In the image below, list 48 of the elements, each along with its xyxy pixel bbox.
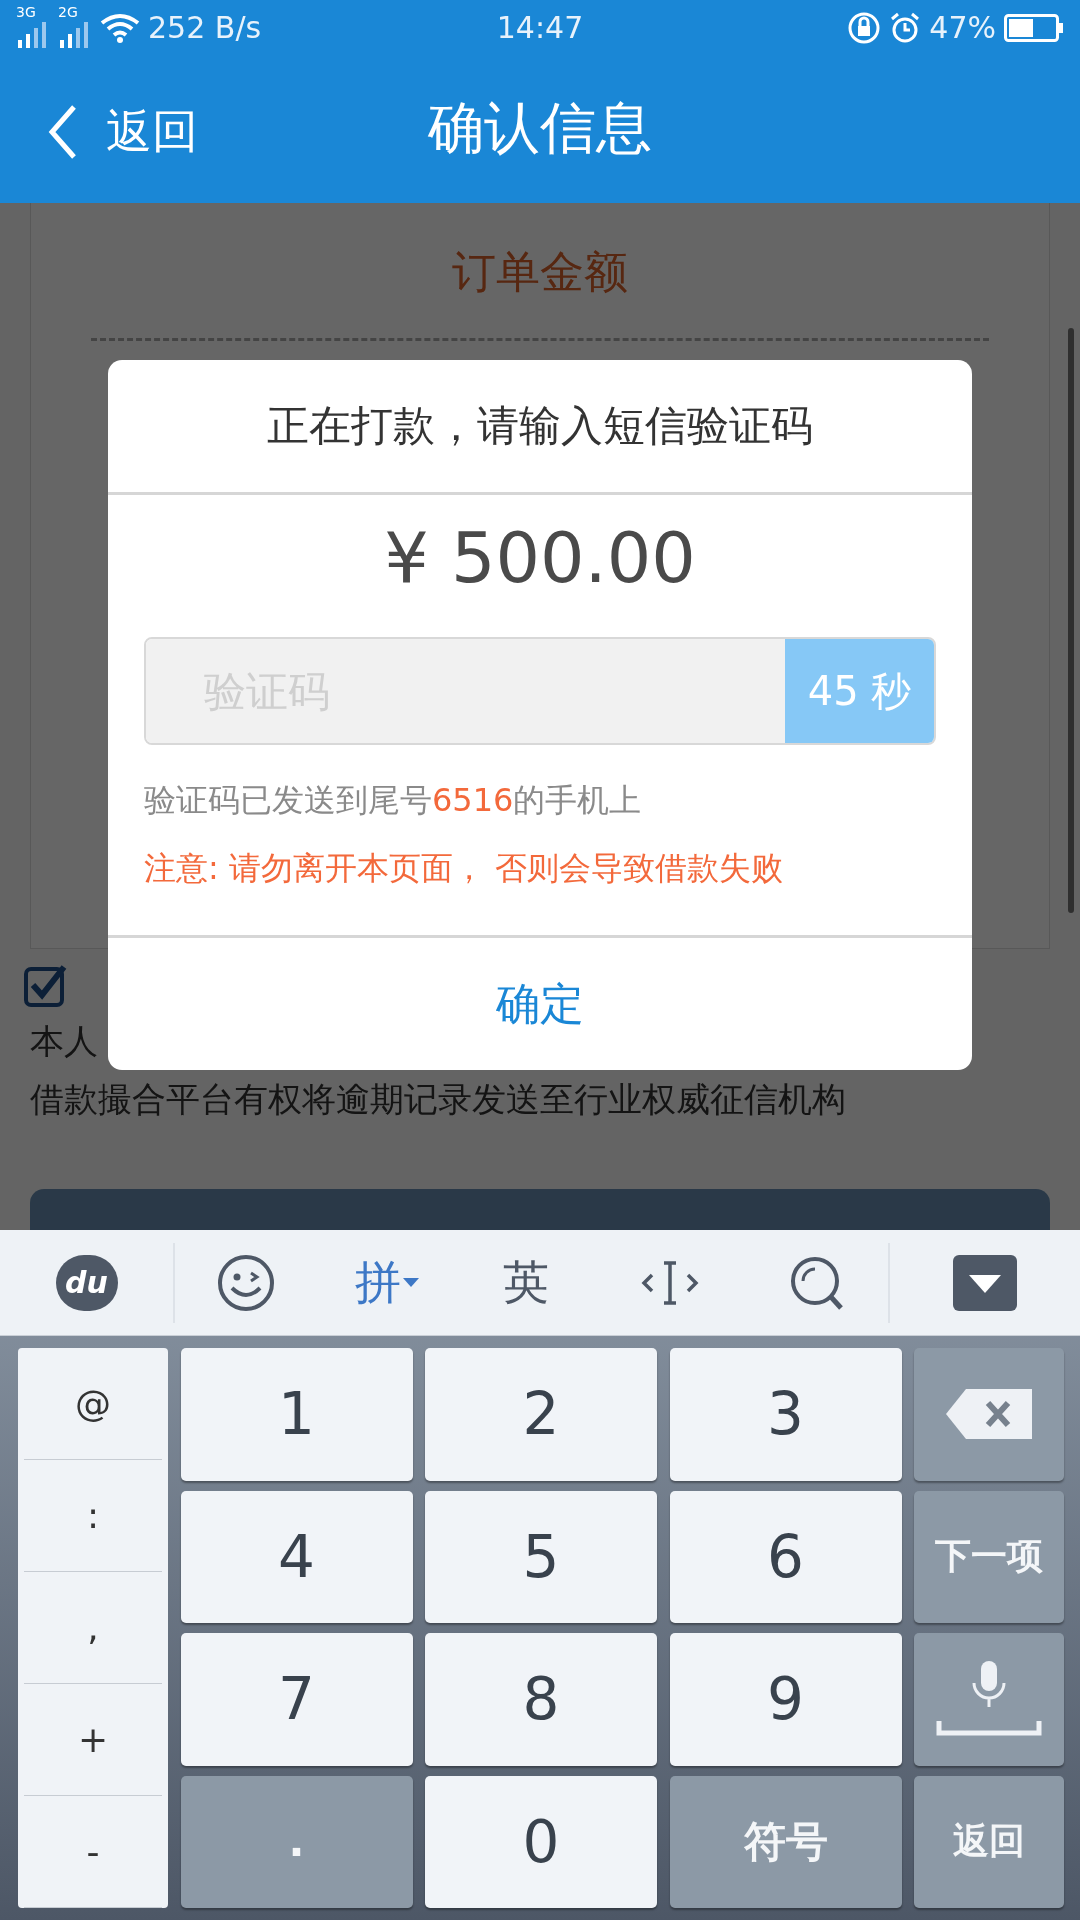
network-speed: 252 B/s: [148, 10, 262, 45]
card-title: 订单金额: [452, 245, 628, 299]
digit-key[interactable]: 9: [669, 1633, 902, 1766]
signal-icon: [16, 21, 46, 48]
digit-key[interactable]: 3: [669, 1348, 902, 1481]
digit-key[interactable]: 0: [425, 1775, 657, 1908]
network-type-label: 3G: [16, 3, 36, 20]
digit-key[interactable]: 1: [180, 1348, 413, 1481]
back-chevron-icon: [48, 104, 78, 160]
digit-key[interactable]: 7: [180, 1633, 413, 1766]
symbol-key[interactable]: :: [24, 1460, 162, 1572]
notice-text: 本人: [30, 1020, 98, 1063]
symbol-key[interactable]: -: [24, 1796, 162, 1908]
notice-text: 借款撮合平台有权将逾期记录发送至行业权威征信机构: [30, 1078, 846, 1121]
dialog-title: 正在打款，请输入短信验证码: [108, 360, 972, 495]
battery-icon: [1004, 13, 1064, 42]
amount: ¥ 500.00: [384, 517, 696, 599]
symbol-key[interactable]: +: [24, 1684, 162, 1796]
backspace-key[interactable]: [914, 1348, 1064, 1481]
network-type-label: 2G: [58, 3, 78, 20]
back-button[interactable]: 返回: [48, 101, 198, 163]
agree-checkbox[interactable]: [24, 963, 68, 1007]
search-icon[interactable]: [788, 1254, 845, 1311]
symbol-key[interactable]: ,: [24, 1572, 162, 1684]
emoji-icon[interactable]: [217, 1253, 275, 1312]
warning-text: 注意: 请勿离开本页面， 否则会导致借款失败: [144, 848, 785, 889]
sms-hint: 验证码已发送到尾号6516的手机上: [144, 780, 643, 821]
backspace-icon: [944, 1387, 1034, 1442]
digit-key[interactable]: 6: [669, 1490, 902, 1623]
alarm-icon: [889, 11, 922, 44]
language-key[interactable]: 拼: [355, 1242, 419, 1323]
digit-key[interactable]: 8: [425, 1633, 657, 1766]
rotation-lock-icon: [847, 10, 882, 45]
language-key[interactable]: 英: [503, 1242, 549, 1323]
clock: 14:47: [496, 10, 584, 45]
wifi-icon: [100, 12, 140, 43]
digit-key[interactable]: 2: [425, 1348, 657, 1481]
digit-key[interactable]: 4: [180, 1490, 413, 1623]
signal-icon: [58, 21, 88, 48]
caret-icon: [403, 1277, 419, 1288]
symbol-key[interactable]: @: [24, 1348, 162, 1460]
digit-key[interactable]: 5: [425, 1490, 657, 1623]
voice-space-key[interactable]: [914, 1633, 1064, 1766]
battery-percent: 47%: [929, 10, 996, 45]
page-title: 确认信息: [428, 94, 652, 162]
confirm-button[interactable]: 确定: [108, 938, 972, 1070]
keyboard-logo[interactable]: du: [55, 1254, 118, 1311]
hide-keyboard-icon[interactable]: [953, 1254, 1017, 1311]
